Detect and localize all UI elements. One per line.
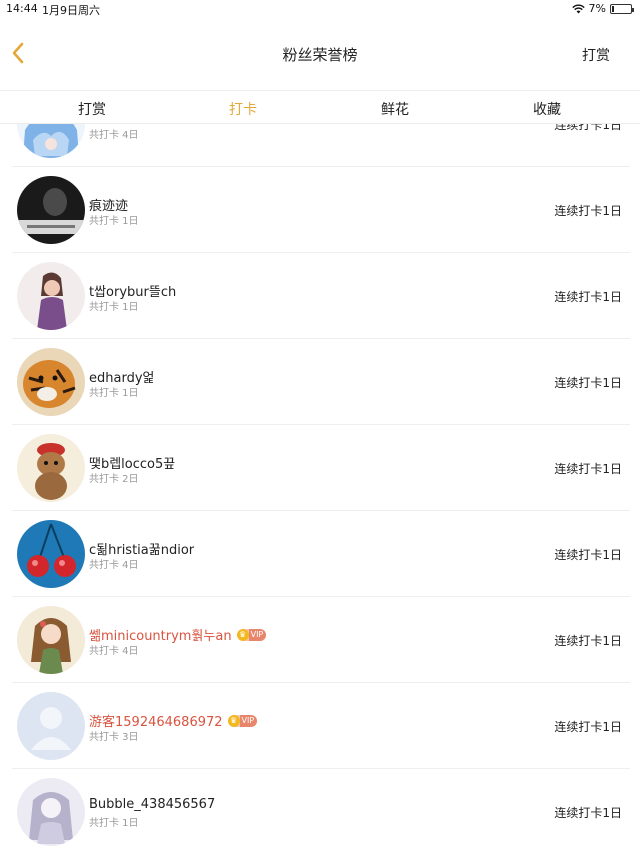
avatar [17,262,85,330]
total-checkins: 共打卡 1日 [89,818,139,829]
total-checkins: 共打卡 4日 [89,130,139,141]
avatar [17,176,85,244]
list-item[interactable]: edhardy엁 共打卡 1日 连续打卡1日 [0,339,640,425]
total-checkins: 共打卡 1日 [89,216,139,227]
list-item[interactable]: 共打卡 4日 连续打卡1日 [0,124,640,167]
vip-label: VIP [239,714,258,727]
crown-icon: ♛ [236,628,249,641]
tab-reward[interactable]: 打赏 [78,99,106,119]
tab-bar: 打赏 打卡 鲜花 收藏 [0,90,640,124]
battery-icon [610,3,634,14]
streak-label: 连续打卡1日 [554,806,622,820]
tab-checkin[interactable]: 打卡 [229,99,257,119]
list-item[interactable]: c됢hristia꿂ndior 共打卡 4日 连续打卡1日 [0,511,640,597]
fan-list[interactable]: 共打卡 4日 连续打卡1日 痕迹迹 共打卡 1日 连续打卡1日 t쌉orybur… [0,124,640,853]
list-item[interactable]: 쎎minicountrym훩누an ♛ VIP 共打卡 4日 连续打卡1日 [0,597,640,683]
wifi-icon [571,4,585,13]
page-title: 粉丝荣誉榜 [282,46,358,64]
total-checkins: 共打卡 3日 [89,732,139,743]
clock: 14:44 [6,2,38,15]
list-item[interactable]: 땣b렙locco5끞 共打卡 2日 连续打卡1日 [0,425,640,511]
battery-percent: 7% [588,2,606,15]
status-right: 7% [571,2,634,15]
streak-label: 连续打卡1日 [554,376,622,390]
tab-flowers[interactable]: 鲜花 [381,99,409,119]
nav-bar: 粉丝荣誉榜 打赏 [0,18,640,90]
vip-badge: ♛ VIP [236,628,267,641]
streak-label: 连续打卡1日 [554,204,622,218]
total-checkins: 共打卡 2日 [89,474,139,485]
user-name: Bubble_438456567 [89,797,216,812]
avatar [17,434,85,502]
reward-button[interactable]: 打赏 [582,45,610,65]
avatar [17,520,85,588]
avatar [17,606,85,674]
tab-favorites[interactable]: 收藏 [533,99,561,119]
avatar [17,692,85,760]
streak-label: 连续打卡1日 [554,548,622,562]
vip-label: VIP [248,628,267,641]
streak-label: 连续打卡1日 [554,634,622,648]
avatar [17,124,85,158]
list-item[interactable]: 痕迹迹 共打卡 1日 连续打卡1日 [0,167,640,253]
streak-label: 连续打卡1日 [554,124,622,132]
total-checkins: 共打卡 1日 [89,388,139,399]
total-checkins: 共打卡 4日 [89,560,139,571]
streak-label: 连续打卡1日 [554,720,622,734]
crown-icon: ♛ [227,714,240,727]
total-checkins: 共打卡 4日 [89,646,139,657]
avatar [17,778,85,846]
streak-label: 连续打卡1日 [554,462,622,476]
streak-label: 连续打卡1日 [554,290,622,304]
battery-level [612,5,614,12]
list-item[interactable]: 游客1592464686972 ♛ VIP 共打卡 3日 连续打卡1日 [0,683,640,769]
list-item[interactable]: Bubble_438456567 共打卡 1日 连续打卡1日 [0,769,640,853]
avatar [17,348,85,416]
vip-badge: ♛ VIP [227,714,258,727]
list-item[interactable]: t쌉orybur뜰ch 共打卡 1日 连续打卡1日 [0,253,640,339]
date: 1月9日周六 [42,4,100,17]
total-checkins: 共打卡 1日 [89,302,139,313]
status-bar: 14:44 1月9日周六 7% [0,0,640,18]
